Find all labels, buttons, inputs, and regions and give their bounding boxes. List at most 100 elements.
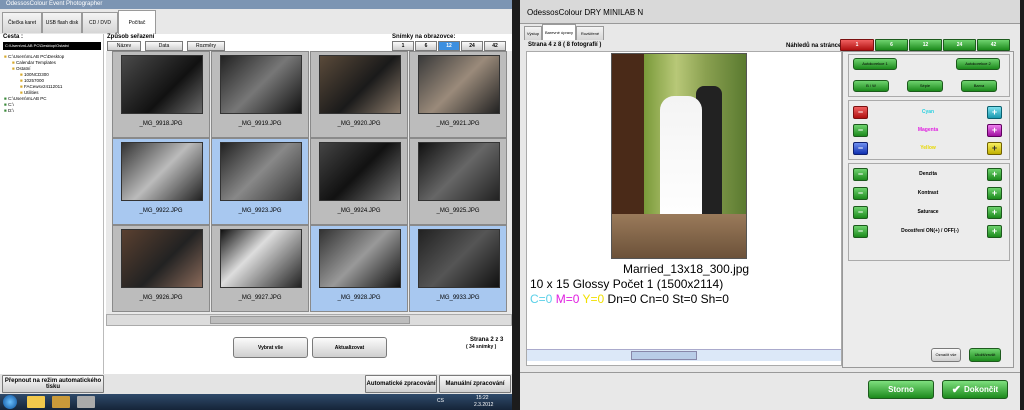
magenta-minus-button[interactable]: − (853, 124, 868, 137)
start-button-icon[interactable] (3, 395, 17, 409)
sharpen-plus-button[interactable]: + (987, 225, 1002, 238)
thumbnail-item[interactable]: _MG_9928.JPG (310, 225, 408, 312)
left-title: OdessosColour Event Photographer (6, 1, 103, 7)
contrast-minus-button[interactable]: − (853, 187, 868, 200)
yellow-value: Y=0 (582, 292, 605, 306)
path-field[interactable]: C:\Users\mLAB PC\Desktop\Ostatni (3, 42, 101, 50)
right-window: OdessosColour DRY MINILAB N Výstup Barev… (520, 0, 1020, 410)
contrast-plus-button[interactable]: + (987, 187, 1002, 200)
select-all-button[interactable]: Vybrat vše (233, 337, 308, 358)
other-values: Dn=0 Cn=0 St=0 Sh=0 (607, 292, 729, 306)
tab-output[interactable]: Výstup (524, 26, 542, 40)
tab-usb-flash[interactable]: USB flash disk (42, 12, 82, 33)
photo-thumbnail (121, 229, 203, 288)
finish-button[interactable]: ✔ Dokončit (942, 380, 1008, 399)
auto-process-button[interactable]: Automatické zpracování (365, 375, 437, 393)
thumbnail-item[interactable]: _MG_9919.JPG (211, 51, 309, 138)
scrollbar-thumb[interactable] (210, 316, 410, 324)
grid-scrollbar[interactable] (106, 314, 512, 326)
per-screen-24[interactable]: 24 (461, 41, 483, 51)
bw-button[interactable]: B / W (853, 80, 889, 92)
apply-all-button[interactable]: Označit vše (931, 348, 961, 362)
density-minus-button[interactable]: − (853, 168, 868, 181)
photo-thumbnail (220, 229, 302, 288)
photo-thumbnail (418, 229, 500, 288)
cyan-minus-button[interactable]: − (853, 106, 868, 119)
photo-thumbnail (418, 142, 500, 201)
folder-icon: ■ (20, 84, 23, 89)
sort-label: Způsob seřazení (107, 34, 155, 40)
auto-mode-button[interactable]: Přepnout na režim automatického tisku (2, 375, 104, 393)
per-screen-6[interactable]: 6 (415, 41, 437, 51)
taskbar-folder-icon[interactable] (52, 396, 70, 408)
taskbar: CS 15:22 2.3.2012 (0, 394, 512, 410)
refresh-button[interactable]: Aktualizovat (312, 337, 387, 358)
thumbnail-item[interactable]: _MG_9927.JPG (211, 225, 309, 312)
preview-42[interactable]: 42 (977, 39, 1010, 51)
scrollbar-thumb[interactable] (631, 351, 697, 360)
sort-date-button[interactable]: Data (145, 41, 183, 51)
tree-item[interactable]: ■ D:\ (4, 108, 102, 114)
preview-scrollbar[interactable] (527, 349, 841, 361)
sort-name-button[interactable]: Název (107, 41, 141, 51)
folder-icon: ■ (4, 54, 7, 59)
thumbnail-item[interactable]: _MG_9922.JPG (112, 138, 210, 225)
thumbnail-item[interactable]: _MG_9924.JPG (310, 138, 408, 225)
tab-advanced[interactable]: Rozšířené (576, 26, 604, 40)
drive-icon: ■ (4, 96, 7, 101)
tab-color-adjust[interactable]: Barevné úpravy (542, 24, 576, 40)
photo-thumbnail (121, 142, 203, 201)
autocorrect-2-button[interactable]: Autokorekce 2 (956, 58, 1000, 70)
magenta-plus-button[interactable]: + (987, 124, 1002, 137)
thumbnail-grid: _MG_9918.JPG _MG_9919.JPG _MG_9920.JPG _… (106, 51, 512, 314)
sepia-button[interactable]: Sépie (907, 80, 943, 92)
taskbar-app-icon[interactable] (77, 396, 95, 408)
language-indicator[interactable]: CS (437, 398, 444, 404)
saturation-minus-button[interactable]: − (853, 206, 868, 219)
preview-panel: Married_13x18_300.jpg 10 x 15 Glossy Poč… (526, 51, 842, 366)
sharpen-minus-button[interactable]: − (853, 225, 868, 238)
thumbnail-item[interactable]: _MG_9918.JPG (112, 51, 210, 138)
preview-12[interactable]: 12 (909, 39, 942, 51)
sort-size-button[interactable]: Rozměry (187, 41, 225, 51)
manual-process-button[interactable]: Manuální zpracování (439, 375, 511, 393)
color-button[interactable]: Barva (961, 80, 997, 92)
photo-count: ( 34 snímky ) (466, 344, 497, 350)
yellow-plus-button[interactable]: + (987, 142, 1002, 155)
folder-tree: ■ C:\Users\mLAB PC\Desktop ■ Calendar Te… (4, 54, 102, 114)
thumbnail-item[interactable]: _MG_9925.JPG (409, 138, 507, 225)
density-plus-button[interactable]: + (987, 168, 1002, 181)
cancel-button[interactable]: Storno (868, 380, 934, 399)
cyan-plus-button[interactable]: + (987, 106, 1002, 119)
drive-icon: ■ (4, 102, 7, 107)
preview-1[interactable]: 1 (840, 39, 874, 51)
thumbnail-item[interactable]: _MG_9923.JPG (211, 138, 309, 225)
thumbnail-item[interactable]: _MG_9933.JPG (409, 225, 507, 312)
saturation-plus-button[interactable]: + (987, 206, 1002, 219)
per-screen-12[interactable]: 12 (438, 41, 460, 51)
tab-card-reader[interactable]: Čtečka karet (2, 12, 42, 33)
clock-date: 2.3.2012 (474, 402, 494, 408)
taskbar-app-icon[interactable] (27, 396, 45, 408)
photo-thumbnail (220, 55, 302, 114)
thumbnail-item[interactable]: _MG_9926.JPG (112, 225, 210, 312)
per-screen-1[interactable]: 1 (392, 41, 414, 51)
drive-icon: ■ (4, 108, 7, 113)
tab-computer[interactable]: Počítač (118, 10, 156, 34)
preview-6[interactable]: 6 (875, 39, 908, 51)
thumbnail-item[interactable]: _MG_9921.JPG (409, 51, 507, 138)
photo-thumbnail (319, 142, 401, 201)
per-screen-42[interactable]: 42 (484, 41, 506, 51)
apply-button[interactable]: Uložit/zrušit (969, 348, 1001, 362)
wedding-photo[interactable] (611, 53, 747, 259)
yellow-label: Yellow (920, 145, 936, 151)
print-info: 10 x 15 Glossy Počet 1 (1500x2114) (530, 277, 724, 291)
yellow-minus-button[interactable]: − (853, 142, 868, 155)
finish-label: Dokončit (963, 384, 999, 394)
clock-time: 15:22 (476, 395, 489, 401)
preview-24[interactable]: 24 (943, 39, 976, 51)
thumbnail-item[interactable]: _MG_9920.JPG (310, 51, 408, 138)
tab-cd-dvd[interactable]: CD / DVD (82, 12, 118, 33)
correction-line: C=0 M=0 Y=0 Dn=0 Cn=0 St=0 Sh=0 (530, 292, 729, 306)
autocorrect-1-button[interactable]: Autokorekce 1 (853, 58, 897, 70)
